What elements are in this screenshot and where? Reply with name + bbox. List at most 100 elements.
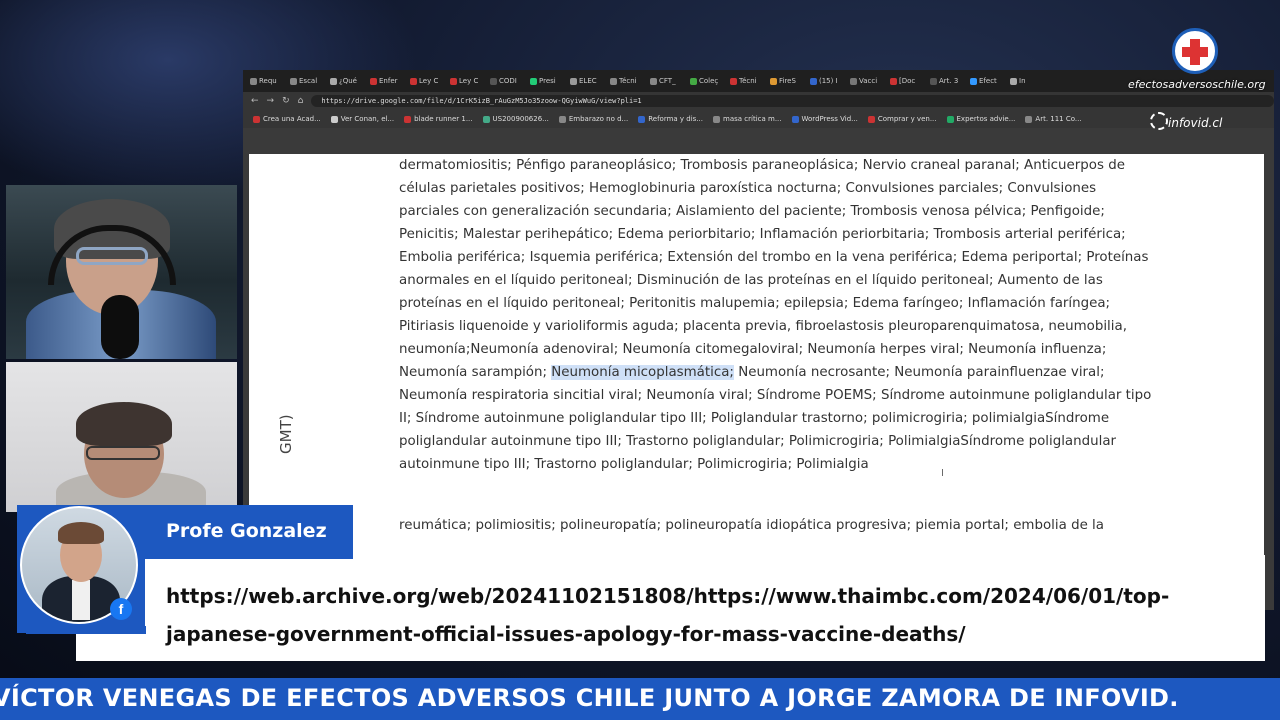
bookmark-label: Expertos advie... <box>956 115 1016 123</box>
tab-favicon-icon <box>370 77 377 85</box>
avatar-strip <box>26 626 146 634</box>
browser-tab[interactable]: In <box>1007 73 1045 89</box>
drive-pdf-viewer: GMT) dermatomiositis; Pénfigo paraneoplá… <box>243 128 1274 610</box>
tab-label: [Doc <box>899 77 916 85</box>
tab-label: Ley C <box>419 77 439 85</box>
speaker-name: Profe Gonzalez <box>166 520 327 542</box>
bookmark-item[interactable]: Embarazo no d... <box>558 115 628 123</box>
browser-tab[interactable]: CFT_ <box>647 73 685 89</box>
rotated-margin-label: GMT) <box>277 414 295 454</box>
browser-tab[interactable]: ELEC <box>567 73 605 89</box>
bookmark-item[interactable]: Comprar y ven... <box>867 115 937 123</box>
logo-cross-horizontal <box>1182 47 1208 57</box>
tab-favicon-icon <box>690 77 697 85</box>
bookmark-label: Reforma y dis... <box>648 115 704 123</box>
tab-label: Art. 3 <box>939 77 959 85</box>
tab-favicon-icon <box>770 77 777 85</box>
browser-tab[interactable]: Efect <box>967 73 1005 89</box>
tab-label: Vacci <box>859 77 878 85</box>
tab-favicon-icon <box>970 77 977 85</box>
webcam-host-2 <box>6 362 237 512</box>
tab-favicon-icon <box>410 77 417 85</box>
browser-tab[interactable]: Requ <box>247 73 285 89</box>
bookmark-favicon-icon <box>253 115 260 123</box>
bookmark-item[interactable]: Art. 111 Co... <box>1025 115 1082 123</box>
bookmark-favicon-icon <box>558 115 566 123</box>
browser-tab[interactable]: ¿Qué <box>327 73 365 89</box>
home-icon[interactable]: ⌂ <box>298 96 304 106</box>
bookmark-favicon-icon <box>713 115 721 123</box>
tab-label: Ley C <box>459 77 479 85</box>
browser-tab[interactable]: Ley C <box>407 73 445 89</box>
microphone-icon <box>101 295 139 359</box>
tab-label: Efect <box>979 77 997 85</box>
tab-favicon-icon <box>730 77 737 85</box>
tab-favicon-icon <box>650 77 657 85</box>
forward-icon[interactable]: → <box>267 96 275 106</box>
browser-tab[interactable]: Escal <box>287 73 325 89</box>
bookmark-item[interactable]: WordPress Vid... <box>791 115 858 123</box>
tab-favicon-icon <box>610 77 617 85</box>
browser-tab[interactable]: Coleç <box>687 73 725 89</box>
tab-label: Presi <box>539 77 556 85</box>
browser-tab[interactable]: Enfer <box>367 73 405 89</box>
browser-tab[interactable]: Presi <box>527 73 565 89</box>
paragraph-text-continued: Neumonía necrosante; Neumonía parainflue… <box>399 365 1152 472</box>
bookmark-label: Ver Conan, el... <box>340 115 395 123</box>
tab-label: Técni <box>739 77 757 85</box>
browser-tab[interactable]: Art. 3 <box>927 73 965 89</box>
bookmark-item[interactable]: blade runner 1... <box>404 115 473 123</box>
efectos-adversos-logo-icon <box>1172 28 1218 74</box>
bookmark-item[interactable]: Ver Conan, el... <box>330 115 395 123</box>
tab-label: FireS <box>779 77 796 85</box>
bookmark-label: blade runner 1... <box>414 115 473 123</box>
tab-favicon-icon <box>810 77 817 85</box>
tab-favicon-icon <box>930 77 937 85</box>
browser-tab[interactable]: CODI <box>487 73 525 89</box>
tab-label: Enfer <box>379 77 398 85</box>
document-paragraph: dermatomiositis; Pénfigo paraneoplásico;… <box>399 154 1154 476</box>
reload-icon[interactable]: ↻ <box>282 96 290 106</box>
source-link[interactable]: https://web.archive.org/web/202411021518… <box>166 577 1236 653</box>
watermark-site: efectosadversoschile.org <box>1128 78 1266 91</box>
browser-tab[interactable]: Vacci <box>847 73 885 89</box>
bookmark-label: US200900626... <box>492 115 549 123</box>
tab-favicon-icon <box>570 77 577 85</box>
tab-favicon-icon <box>450 77 457 85</box>
tab-favicon-icon <box>890 77 897 85</box>
bookmark-item[interactable]: US200900626... <box>482 115 549 123</box>
bookmark-item[interactable]: masa crítica m... <box>713 115 782 123</box>
bookmark-item[interactable]: Reforma y dis... <box>638 115 703 123</box>
browser-tab[interactable]: (15) I <box>807 73 845 89</box>
url-field[interactable]: https://drive.google.com/file/d/1CrK5izB… <box>311 95 1274 107</box>
tab-favicon-icon <box>250 77 257 85</box>
browser-tab[interactable]: Técni <box>607 73 645 89</box>
tab-label: Coleç <box>699 77 719 85</box>
bookmark-label: Art. 111 Co... <box>1035 115 1082 123</box>
tab-label: CFT_ <box>659 77 676 85</box>
browser-tab[interactable]: FireS <box>767 73 805 89</box>
tab-bar: Requ Escal ¿Qué Enfer Ley C Ley C CODI Presi ELE… <box>243 70 1274 92</box>
browser-tab[interactable]: Ley C <box>447 73 485 89</box>
browser-tab[interactable]: [Doc <box>887 73 925 89</box>
avatar-hair <box>58 522 104 544</box>
tab-label: ELEC <box>579 77 597 85</box>
address-bar: ← → ↻ ⌂ https://drive.google.com/file/d/… <box>243 92 1274 110</box>
highlighted-term: Neumonía micoplasmática; <box>551 365 734 380</box>
bookmarks-bar: Crea una Acad... Ver Conan, el... blade ru… <box>243 110 1274 129</box>
browser-tab[interactable]: Técni <box>727 73 765 89</box>
tab-label: ¿Qué <box>339 77 357 85</box>
tab-label: CODI <box>499 77 517 85</box>
glasses-icon <box>86 446 160 460</box>
document-page: GMT) dermatomiositis; Pénfigo paraneoplá… <box>249 154 1264 610</box>
text-cursor-icon: I <box>941 468 944 479</box>
ticker-text: VÍCTOR VENEGAS DE EFECTOS ADVERSOS CHILE… <box>0 684 1179 712</box>
avatar-shirt <box>72 580 90 620</box>
shared-browser-window: Requ Escal ¿Qué Enfer Ley C Ley C CODI Presi ELE… <box>243 70 1274 610</box>
bookmark-favicon-icon <box>404 115 412 123</box>
back-icon[interactable]: ← <box>251 96 259 106</box>
bookmark-item[interactable]: Crea una Acad... <box>253 115 321 123</box>
bookmark-item[interactable]: Expertos advie... <box>946 115 1016 123</box>
bookmark-favicon-icon <box>482 115 490 123</box>
facebook-icon[interactable]: f <box>110 598 132 620</box>
